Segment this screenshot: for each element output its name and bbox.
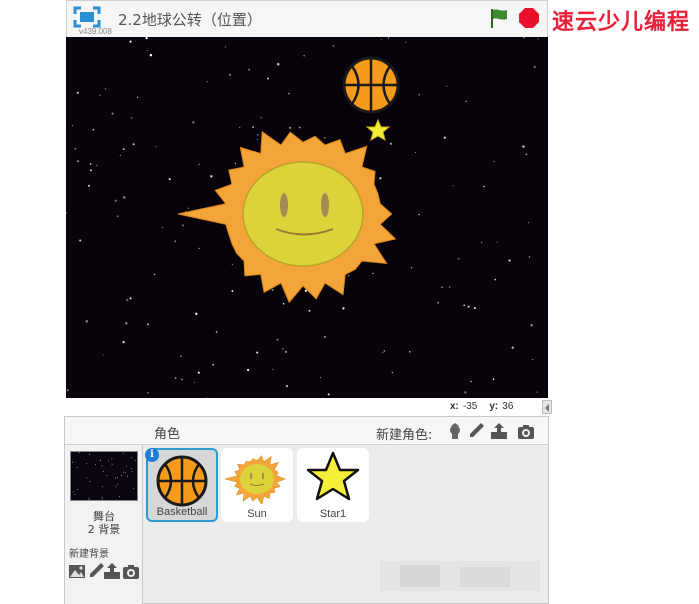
upload-icon[interactable] <box>490 422 508 440</box>
choose-backdrop-icon[interactable] <box>68 562 86 580</box>
sprite-name: Star1 <box>319 508 347 520</box>
project-title[interactable]: 2.2地球公转（位置） <box>118 9 262 30</box>
stage-collapse-button[interactable] <box>542 400 552 414</box>
stage-column-header <box>65 417 143 445</box>
y-label: y: <box>489 401 499 412</box>
sprite-tile-sun[interactable]: Sun <box>221 448 293 522</box>
blurred-region <box>380 561 540 591</box>
sprites-header <box>143 417 548 445</box>
version-label: v439.008 <box>79 27 112 36</box>
stop-icon[interactable] <box>518 7 540 29</box>
new-sprite-label: 新建角色: <box>376 428 433 443</box>
upload-icon[interactable] <box>103 562 121 580</box>
sun-thumbnail <box>224 455 287 504</box>
backdrop-count: 2 背景 <box>87 523 121 536</box>
basketball-sprite[interactable] <box>342 56 400 114</box>
star-thumbnail <box>306 451 360 501</box>
stage-scene <box>66 37 539 398</box>
fullscreen-icon[interactable] <box>72 5 102 29</box>
stage-canvas[interactable] <box>66 37 548 398</box>
choose-sprite-icon[interactable] <box>446 422 464 440</box>
sprite-name: Basketball <box>156 506 208 518</box>
paint-icon[interactable] <box>467 422 485 440</box>
new-backdrop-label: 新建背景 <box>69 549 109 560</box>
stage-thumbnail-image <box>72 452 136 500</box>
brand-watermark: 速云少儿编程 <box>552 10 691 35</box>
camera-icon[interactable] <box>122 563 140 581</box>
info-icon[interactable]: i <box>145 448 159 462</box>
star-sprite[interactable] <box>365 118 391 142</box>
x-label: x: <box>450 401 459 412</box>
mouse-coordinates: x: -35 y: 36 <box>450 401 513 412</box>
basketball-thumbnail <box>156 455 208 507</box>
camera-icon[interactable] <box>517 423 535 441</box>
x-value: -35 <box>462 401 478 412</box>
sun-sprite[interactable] <box>177 130 397 304</box>
sprite-tile-star1[interactable]: Star1 <box>297 448 369 522</box>
chevron-left-icon <box>545 404 549 412</box>
sprites-title: 角色 <box>154 427 181 442</box>
green-flag-icon[interactable] <box>488 7 510 29</box>
stage-thumbnail[interactable] <box>70 451 138 501</box>
sprite-name: Sun <box>247 508 267 520</box>
y-value: 36 <box>502 401 514 412</box>
